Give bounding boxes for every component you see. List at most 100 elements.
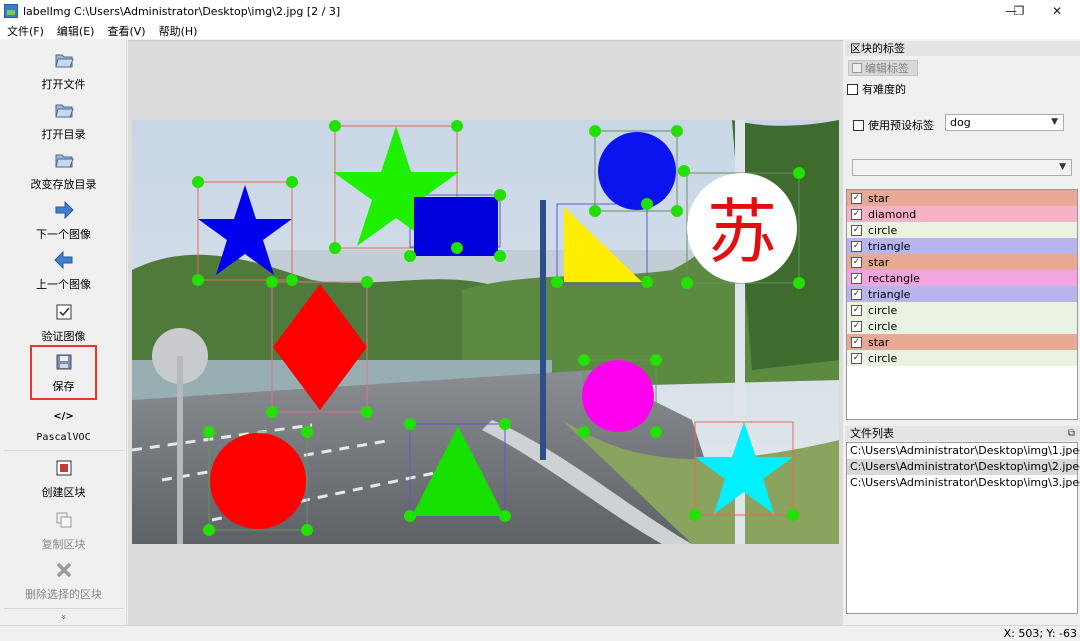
label-list-item[interactable]: ✓ circle <box>847 222 1077 238</box>
float-icon[interactable]: ⧉ <box>1068 426 1075 441</box>
use-default-label-text: 使用预设标签 <box>868 119 934 132</box>
label-visible-checkbox[interactable]: ✓ <box>851 288 862 300</box>
open-file-button[interactable]: 打开文件 <box>0 50 127 92</box>
menu-view[interactable]: 查看(V) <box>100 23 151 39</box>
cursor-coordinates: X: 503; Y: -63 <box>1003 627 1077 640</box>
window-title: labelImg C:\Users\Administrator\Desktop\… <box>23 4 341 18</box>
label-name: diamond <box>868 207 917 221</box>
label-visible-checkbox[interactable]: ✓ <box>851 336 862 348</box>
save-highlight-box <box>30 345 97 400</box>
folder-icon <box>54 100 74 120</box>
change-save-dir-label: 改变存放目录 <box>30 178 97 191</box>
label-visible-checkbox[interactable]: ✓ <box>851 192 862 204</box>
lamp-pole <box>540 200 546 460</box>
image-canvas[interactable]: 苏 <box>132 120 839 544</box>
title-bar: labelImg C:\Users\Administrator\Desktop\… <box>0 0 1080 22</box>
label-name: star <box>868 335 890 349</box>
next-image-button[interactable]: 下一个图像 <box>0 200 127 242</box>
difficult-checkbox[interactable]: 有难度的 <box>847 81 906 97</box>
change-save-dir-button[interactable]: 改变存放目录 <box>0 150 127 192</box>
label-list-item[interactable]: ✓ diamond <box>847 206 1077 222</box>
open-dir-label: 打开目录 <box>41 128 86 141</box>
folder-icon <box>54 50 74 70</box>
chevron-down-icon: ▼ <box>1051 117 1058 127</box>
label-name: circle <box>868 351 898 365</box>
label-visible-checkbox[interactable]: ✓ <box>851 208 862 220</box>
road-sign-pole <box>177 356 183 544</box>
label-list-item[interactable]: ✓ star <box>847 254 1077 270</box>
sign-character: 苏 <box>707 191 777 273</box>
verify-image-button[interactable]: 验证图像 <box>0 302 127 344</box>
menu-file[interactable]: 文件(F) <box>0 23 50 39</box>
label-list-item[interactable]: ✓ circle <box>847 302 1077 318</box>
label-name: triangle <box>868 287 911 301</box>
difficult-label: 有难度的 <box>862 83 906 96</box>
arrow-left-icon <box>53 250 74 270</box>
use-default-label-checkbox[interactable]: 使用预设标签 <box>853 117 934 133</box>
label-visible-checkbox[interactable]: ✓ <box>851 304 862 316</box>
circle-blue <box>598 132 676 210</box>
label-filter-dropdown[interactable]: ▼ <box>852 159 1072 176</box>
file-list-item[interactable]: C:\Users\Administrator\Desktop\img\1.jpe… <box>847 443 1080 459</box>
menu-help[interactable]: 帮助(H) <box>152 23 204 39</box>
delete-box-button[interactable]: 删除选择的区块 <box>0 560 127 602</box>
checkbox-box[interactable] <box>847 83 858 95</box>
label-list-item[interactable]: ✓ circle <box>847 350 1077 366</box>
label-visible-checkbox[interactable]: ✓ <box>851 224 862 236</box>
prev-image-label: 上一个图像 <box>36 278 91 291</box>
label-visible-checkbox[interactable]: ✓ <box>851 320 862 332</box>
box-labels-title: 区块的标签 <box>845 41 1080 56</box>
open-dir-button[interactable]: 打开目录 <box>0 100 127 142</box>
label-name: circle <box>868 223 898 237</box>
toolbar: 打开文件 打开目录 改变存放目录 下一个图像 上一个图像 验证图像 保存 </>… <box>0 40 127 625</box>
label-list[interactable]: ✓ star ✓ diamond ✓ circle ✓ triangle ✓ star ✓ recta… <box>846 189 1078 420</box>
chevron-down-icon: ▼ <box>1059 162 1066 172</box>
next-image-label: 下一个图像 <box>36 228 91 241</box>
file-list[interactable]: C:\Users\Administrator\Desktop\img\1.jpe… <box>846 442 1080 614</box>
label-visible-checkbox[interactable]: ✓ <box>851 256 862 268</box>
menu-edit[interactable]: 编辑(E) <box>50 23 101 39</box>
toolbar-separator <box>4 608 124 609</box>
folder-icon <box>54 150 74 170</box>
menu-bar: 文件(F) 编辑(E) 查看(V) 帮助(H) <box>0 22 1080 39</box>
create-box-button[interactable]: 创建区块 <box>0 458 127 500</box>
default-label-dropdown[interactable]: dog ▼ <box>945 114 1064 131</box>
checkbox-box[interactable] <box>853 119 864 131</box>
create-box-icon <box>54 458 74 478</box>
toolbar-more-button[interactable]: » <box>58 612 68 622</box>
label-list-item[interactable]: ✓ rectangle <box>847 270 1077 286</box>
format-toggle-button[interactable]: </> PascalVOC <box>0 406 127 444</box>
label-name: star <box>868 255 890 269</box>
format-label: PascalVOC <box>36 432 91 443</box>
prev-image-button[interactable]: 上一个图像 <box>0 250 127 292</box>
file-list-title: 文件列表 ⧉ <box>845 426 1080 441</box>
file-list-item[interactable]: C:\Users\Administrator\Desktop\img\3.jpe… <box>847 475 1080 491</box>
circle-magenta <box>582 360 654 432</box>
canvas-area[interactable]: 苏 <box>128 40 843 625</box>
label-visible-checkbox[interactable]: ✓ <box>851 352 862 364</box>
delete-box-label: 删除选择的区块 <box>25 588 102 601</box>
label-list-item[interactable]: ✓ star <box>847 190 1077 206</box>
open-file-label: 打开文件 <box>41 78 86 91</box>
file-list-title-text: 文件列表 <box>850 427 894 440</box>
label-visible-checkbox[interactable]: ✓ <box>851 272 862 284</box>
toolbar-separator <box>4 450 124 451</box>
label-name: circle <box>868 319 898 333</box>
label-list-item[interactable]: ✓ star <box>847 334 1077 350</box>
label-list-item[interactable]: ✓ circle <box>847 318 1077 334</box>
default-label-value: dog <box>950 116 971 129</box>
label-list-item[interactable]: ✓ triangle <box>847 238 1077 254</box>
label-visible-checkbox[interactable]: ✓ <box>851 240 862 252</box>
edit-icon <box>852 63 862 73</box>
duplicate-box-button[interactable]: 复制区块 <box>0 510 127 552</box>
create-box-label: 创建区块 <box>41 486 86 499</box>
label-list-item[interactable]: ✓ triangle <box>847 286 1077 302</box>
file-list-item[interactable]: C:\Users\Administrator\Desktop\img\2.jpe… <box>847 459 1080 475</box>
circle-red <box>210 433 306 529</box>
label-name: triangle <box>868 239 911 253</box>
edit-label-button[interactable]: 编辑标签 <box>848 60 918 76</box>
close-button[interactable]: ✕ <box>1034 0 1080 22</box>
arrow-right-icon <box>54 200 74 220</box>
annotated-image[interactable]: 苏 <box>132 120 839 544</box>
duplicate-box-label: 复制区块 <box>41 538 86 551</box>
